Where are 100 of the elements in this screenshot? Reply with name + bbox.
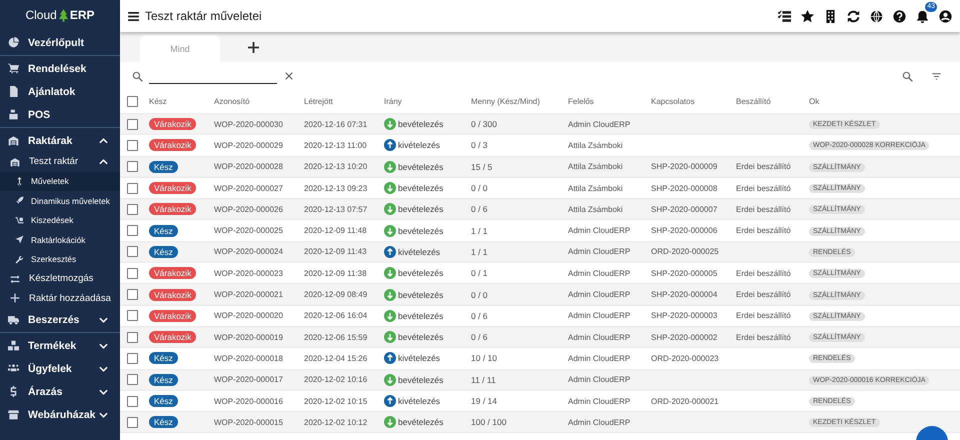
row-checkbox[interactable] xyxy=(127,268,138,279)
direction-label: bevételezés xyxy=(398,290,444,300)
table-cell-text: 0 / 1 xyxy=(471,268,489,278)
sidebar-item[interactable]: Ügyfelek xyxy=(0,357,120,380)
sidebar-item[interactable]: POS xyxy=(0,103,120,126)
help-icon[interactable] xyxy=(893,10,906,22)
chevron-icon[interactable] xyxy=(99,366,108,372)
sidebar-item[interactable]: Ajánlatok xyxy=(0,80,120,103)
direction-label: bevételezés xyxy=(398,162,444,172)
row-checkbox[interactable] xyxy=(127,310,138,322)
cart-icon xyxy=(8,63,19,74)
chevron-icon[interactable] xyxy=(99,138,108,144)
sidebar-item[interactable]: Árazás xyxy=(0,380,120,403)
column-header[interactable]: Menny (Kész/Mind) xyxy=(471,97,568,106)
column-header[interactable]: Létrejött xyxy=(304,97,384,106)
clear-icon[interactable] xyxy=(285,72,293,80)
table-cell-text: WOP-2020-000020 xyxy=(214,311,284,320)
row-checkbox[interactable] xyxy=(127,225,138,236)
logo-text: ERP xyxy=(70,8,95,22)
filter-icon[interactable] xyxy=(931,70,942,82)
row-checkbox[interactable] xyxy=(127,182,138,194)
table-cell-text: 2020-12-02 10:15 xyxy=(304,396,368,406)
sidebar-item[interactable]: Dinamikus műveletek xyxy=(0,191,120,210)
chevron-icon[interactable] xyxy=(99,388,108,394)
add-tab-icon[interactable] xyxy=(248,42,259,53)
chevron-icon[interactable] xyxy=(99,412,108,418)
column-header[interactable]: Kész xyxy=(149,97,214,106)
sidebar-item[interactable]: Raktárlokációk xyxy=(0,230,120,250)
row-checkbox[interactable] xyxy=(127,332,138,343)
table-cell: ORD-2020-000025 xyxy=(651,247,719,256)
sidebar-item[interactable]: Készletmozgás xyxy=(0,269,120,288)
table-cell-text: WOP-2020-000030 xyxy=(214,120,284,129)
sidebar-item[interactable]: Műveletek xyxy=(0,172,120,191)
table-cell-text: WOP-2020-000029 xyxy=(214,140,284,150)
row-checkbox[interactable] xyxy=(127,140,138,151)
row-checkbox[interactable] xyxy=(127,374,138,386)
register-icon xyxy=(8,109,19,120)
sidebar-item[interactable]: Raktár hozzáadása xyxy=(0,288,120,308)
refresh-icon[interactable] xyxy=(847,10,860,22)
logo-text: Cloud xyxy=(25,8,57,22)
table-cell-text: 2020-12-06 16:04 xyxy=(304,311,368,320)
sidebar-item[interactable]: Webáruházak xyxy=(0,403,120,426)
star-icon[interactable] xyxy=(801,10,814,22)
table-cell-text: Admin CloudERP xyxy=(568,290,632,300)
table-cell-text: WOP-2020-000025 xyxy=(214,226,284,236)
sidebar-item[interactable]: Termékek xyxy=(0,334,120,357)
direction-label: bevételezés xyxy=(398,204,444,214)
account-icon[interactable] xyxy=(939,10,952,22)
globe-icon[interactable] xyxy=(870,10,883,22)
column-header[interactable]: Azonosító xyxy=(214,97,304,106)
table-cell-text: 2020-12-13 09:23 xyxy=(304,184,368,193)
sidebar-item[interactable]: Teszt raktár xyxy=(0,152,120,172)
row-checkbox[interactable] xyxy=(127,246,138,258)
table-cell: ORD-2020-000023 xyxy=(651,354,719,363)
building-icon[interactable] xyxy=(824,10,837,22)
search-icon[interactable] xyxy=(902,70,913,82)
row-checkbox[interactable] xyxy=(127,118,138,130)
column-header[interactable]: Beszállító xyxy=(736,97,809,106)
status-badge: Kész xyxy=(149,374,178,386)
boxes-icon xyxy=(8,340,19,351)
column-header[interactable]: Ok xyxy=(809,97,960,106)
table-cell: Erdei beszállító xyxy=(736,332,791,342)
table-cell-text: 10 / 10 xyxy=(471,353,498,364)
sidebar-item[interactable]: Vezérlőpult xyxy=(0,31,120,54)
table-cell-text: 2020-12-09 11:48 xyxy=(304,226,368,236)
chevron-icon[interactable] xyxy=(99,316,108,322)
table-cell-text: Attila Zsámboki xyxy=(568,140,624,150)
sidebar-item[interactable]: Beszerzés xyxy=(0,308,120,331)
chevron-icon[interactable] xyxy=(99,342,108,348)
row-checkbox[interactable] xyxy=(127,416,138,428)
table-cell-text: Admin CloudERP xyxy=(568,268,632,278)
checklist-icon[interactable] xyxy=(778,10,791,22)
table-cell-text: 2020-12-09 11:38 xyxy=(304,268,368,278)
column-header[interactable]: Felelős xyxy=(568,97,651,106)
table-cell-text: WOP-2020-000026 xyxy=(214,204,284,214)
row-checkbox[interactable] xyxy=(127,289,138,300)
sidebar-item[interactable]: Raktárak xyxy=(0,129,120,152)
row-checkbox[interactable] xyxy=(127,161,138,172)
bell-icon[interactable] xyxy=(916,10,929,22)
direction-label: bevételezés xyxy=(398,417,444,428)
table-cell-text: 19 / 14 xyxy=(471,396,498,406)
location-arrow-icon xyxy=(15,235,24,244)
table-cell-text: Admin CloudERP xyxy=(568,396,632,406)
table-cell-text: Admin CloudERP xyxy=(568,311,632,320)
table-cell-text: 0 / 6 xyxy=(471,204,489,214)
column-header[interactable]: Irány xyxy=(384,97,471,106)
row-checkbox[interactable] xyxy=(127,352,138,364)
rocket-icon xyxy=(15,196,24,206)
table-cell: Erdei beszállító xyxy=(736,311,791,320)
sidebar-item[interactable]: Kiszedések xyxy=(0,210,120,230)
row-checkbox[interactable] xyxy=(127,204,138,215)
row-checkbox[interactable] xyxy=(127,396,138,406)
select-all-checkbox[interactable] xyxy=(127,96,138,107)
table-cell-text: Attila Zsámboki xyxy=(568,204,624,214)
menu-icon[interactable] xyxy=(128,12,139,20)
sidebar-item[interactable]: Rendelések xyxy=(0,57,120,80)
sidebar-item[interactable]: Szerkesztés xyxy=(0,250,120,269)
table-cell-text: 2020-12-04 15:26 xyxy=(304,354,368,363)
chevron-icon[interactable] xyxy=(99,158,108,165)
column-header[interactable]: Kapcsolatos xyxy=(651,97,736,106)
